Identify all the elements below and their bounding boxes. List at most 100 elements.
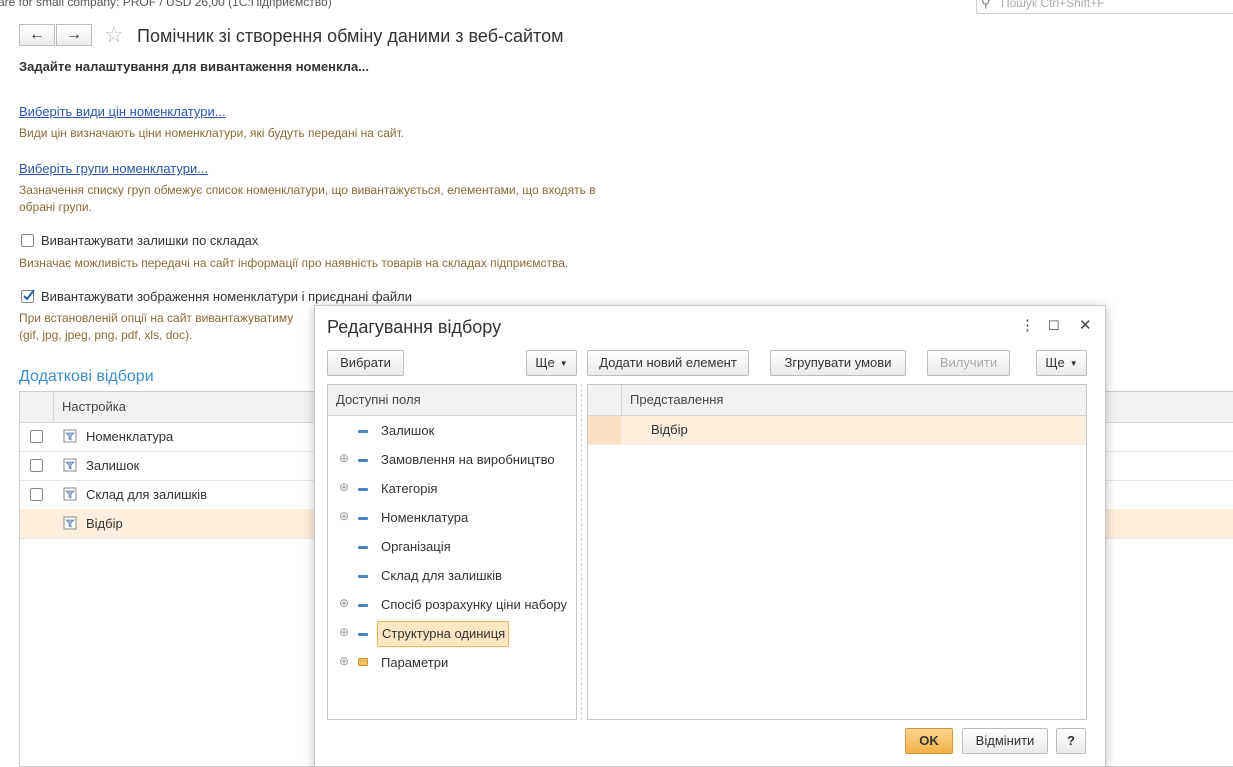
checkmark-icon bbox=[23, 289, 35, 301]
folder-icon bbox=[358, 658, 368, 666]
cancel-button[interactable]: Відмінити bbox=[962, 728, 1048, 754]
additional-filters-title: Додаткові відбори bbox=[19, 368, 154, 385]
filter-conditions-panel: Представлення Відбір bbox=[587, 384, 1087, 720]
available-fields-header-label: Доступні поля bbox=[336, 392, 421, 407]
page-title: Помічник зі створення обміну даними з ве… bbox=[137, 26, 564, 46]
field-item[interactable]: ⊕ Категорія bbox=[328, 474, 576, 503]
condition-row[interactable]: Відбір bbox=[588, 416, 1086, 445]
price-types-link[interactable]: Виберіть види цін номенклатури... bbox=[19, 104, 226, 119]
field-item-selected[interactable]: ⊕ Структурна одиниця bbox=[328, 619, 576, 648]
field-label: Структурна одиниця bbox=[377, 621, 510, 647]
images-checkbox-label: Вивантажувати зображення номенклатури і … bbox=[41, 289, 412, 304]
groups-link[interactable]: Виберіть групи номенклатури... bbox=[19, 161, 208, 176]
search-placeholder: Пошук Ctrl+Shift+F bbox=[1001, 0, 1105, 10]
forward-button[interactable]: → bbox=[56, 24, 92, 46]
images-checkbox[interactable] bbox=[21, 289, 35, 303]
search-icon: ⚲ bbox=[981, 0, 991, 10]
help-button[interactable]: ? bbox=[1056, 728, 1086, 754]
price-types-hint: Види цін визначають ціни номенклатури, я… bbox=[19, 126, 405, 140]
row-checkbox[interactable] bbox=[30, 459, 43, 472]
group-conditions-button[interactable]: Згрупувати умови bbox=[770, 350, 906, 376]
help-button-label: ? bbox=[1067, 733, 1075, 748]
maximize-icon[interactable]: ☐ bbox=[1048, 318, 1060, 334]
edit-filter-dialog: Редагування відбору ⋮ ☐ ✕ Вибрати Ще ▼ До… bbox=[314, 305, 1106, 767]
back-button[interactable]: ← bbox=[19, 24, 55, 46]
row-checkbox[interactable] bbox=[30, 430, 43, 443]
stock-hint: Визначає можливість передачі на сайт інф… bbox=[19, 256, 569, 270]
field-icon bbox=[358, 517, 368, 520]
field-item[interactable]: Залишок bbox=[328, 416, 576, 445]
groups-hint-line1: Зазначення списку груп обмежує список но… bbox=[19, 183, 596, 197]
panel-splitter[interactable] bbox=[581, 384, 582, 720]
dropdown-arrow-icon: ▼ bbox=[559, 359, 568, 368]
field-label: Залишок bbox=[381, 423, 435, 438]
row-label: Склад для залишків bbox=[86, 487, 208, 502]
available-fields-panel: Доступні поля Залишок ⊕ Замовлення на ви… bbox=[327, 384, 577, 720]
filter-field-icon bbox=[63, 487, 77, 501]
exclude-button-label: Вилучити bbox=[939, 355, 998, 370]
favorite-star-icon[interactable]: ☆ bbox=[104, 23, 124, 47]
field-label: Параметри bbox=[381, 655, 449, 670]
field-icon bbox=[358, 633, 368, 636]
images-hint-line2: (gif, jpg, jpeg, png, pdf, xls, doc). bbox=[19, 328, 193, 342]
field-icon bbox=[358, 546, 368, 549]
row-checkbox[interactable] bbox=[30, 488, 43, 501]
condition-row-label: Відбір bbox=[651, 422, 688, 437]
field-icon bbox=[358, 459, 368, 462]
cancel-button-label: Відмінити bbox=[975, 733, 1035, 748]
representation-header: Представлення bbox=[588, 385, 1086, 416]
available-fields-header: Доступні поля bbox=[328, 385, 576, 416]
ok-button[interactable]: OK bbox=[905, 728, 953, 754]
window-title-bar: are for small company: PROF / USD 26,00 … bbox=[0, 0, 1233, 14]
representation-header-label: Представлення bbox=[630, 392, 724, 407]
expand-icon[interactable]: ⊕ bbox=[339, 509, 349, 523]
field-label: Номенклатура bbox=[381, 510, 469, 525]
ok-button-label: OK bbox=[919, 733, 939, 748]
arrow-left-icon: ← bbox=[29, 26, 45, 43]
field-item[interactable]: Організація bbox=[328, 532, 576, 561]
field-label: Організація bbox=[381, 539, 451, 554]
more-button-label: Ще bbox=[535, 355, 555, 370]
field-icon bbox=[358, 488, 368, 491]
field-item[interactable]: ⊕ Замовлення на виробництво bbox=[328, 445, 576, 474]
more-button-left[interactable]: Ще ▼ bbox=[526, 350, 577, 376]
more-button-right[interactable]: Ще ▼ bbox=[1036, 350, 1087, 376]
more-button-label: Ще bbox=[1045, 355, 1065, 370]
search-input[interactable]: ⚲ Пошук Ctrl+Shift+F bbox=[976, 0, 1233, 14]
field-icon bbox=[358, 575, 368, 578]
window-title: are for small company: PROF / USD 26,00 … bbox=[0, 0, 332, 9]
row-label: Відбір bbox=[86, 516, 123, 531]
groups-hint-line2: обрані групи. bbox=[19, 200, 92, 214]
add-new-element-button[interactable]: Додати новий елемент bbox=[587, 350, 749, 376]
select-button-label: Вибрати bbox=[340, 355, 391, 370]
arrow-right-icon: → bbox=[66, 26, 82, 43]
field-item[interactable]: ⊕ Параметри bbox=[328, 648, 576, 677]
field-label: Замовлення на виробництво bbox=[381, 452, 555, 467]
field-item[interactable]: Склад для залишків bbox=[328, 561, 576, 590]
close-icon[interactable]: ✕ bbox=[1079, 318, 1092, 334]
field-label: Спосіб розрахунку ціни набору bbox=[381, 597, 568, 612]
more-menu-icon[interactable]: ⋮ bbox=[1020, 318, 1035, 334]
dialog-title: Редагування відбору bbox=[327, 317, 502, 337]
expand-icon[interactable]: ⊕ bbox=[339, 625, 349, 639]
stock-checkbox-label: Вивантажувати залишки по складах bbox=[41, 233, 259, 248]
row-label: Залишок bbox=[86, 458, 140, 473]
add-button-label: Додати новий елемент bbox=[599, 355, 737, 370]
settings-column-header[interactable]: Настройка bbox=[62, 399, 126, 414]
filter-field-icon bbox=[63, 429, 77, 443]
expand-icon[interactable]: ⊕ bbox=[339, 654, 349, 668]
page-subtitle: Задайте налаштування для вивантаження но… bbox=[19, 59, 370, 74]
expand-icon[interactable]: ⊕ bbox=[339, 451, 349, 465]
field-label: Склад для залишків bbox=[381, 568, 503, 583]
row-label: Номенклатура bbox=[86, 429, 174, 444]
select-button[interactable]: Вибрати bbox=[327, 350, 404, 376]
expand-icon[interactable]: ⊕ bbox=[339, 596, 349, 610]
field-item[interactable]: ⊕ Номенклатура bbox=[328, 503, 576, 532]
filter-group-icon bbox=[63, 516, 77, 530]
field-item[interactable]: ⊕ Спосіб розрахунку ціни набору bbox=[328, 590, 576, 619]
expand-icon[interactable]: ⊕ bbox=[339, 480, 349, 494]
field-label: Категорія bbox=[381, 481, 438, 496]
images-hint-line1: При встановленій опції на сайт вивантажу… bbox=[19, 311, 294, 325]
stock-checkbox[interactable] bbox=[21, 234, 34, 247]
exclude-button[interactable]: Вилучити bbox=[927, 350, 1010, 376]
